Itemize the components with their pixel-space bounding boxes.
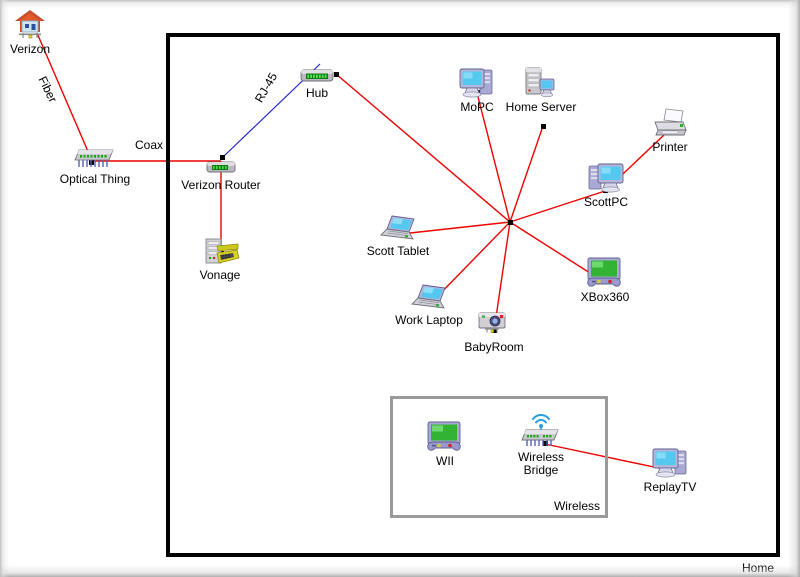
node-label: Optical Thing [59,172,131,186]
node-vonage[interactable]: Vonage [174,230,266,282]
node-printer[interactable]: Printer [624,102,716,154]
hub-icon [271,48,363,86]
game-console-icon [399,416,491,454]
node-verizon-router[interactable]: Verizon Router [175,140,267,192]
node-hub[interactable]: Hub [271,48,363,100]
node-wireless-bridge[interactable]: Wireless Bridge [495,408,587,477]
node-label: WII [436,454,454,468]
node-optical-thing[interactable]: Optical Thing [49,134,141,186]
node-label: Verizon Router [181,178,261,192]
server-icon [495,62,587,100]
house-icon [0,4,76,42]
wireless-bridge-icon [495,408,587,450]
network-switch-icon [49,134,141,172]
game-console-icon [559,252,651,290]
node-label: XBox360 [580,290,630,304]
printer-icon [624,102,716,140]
node-label: ScottPC [583,195,628,209]
node-label: ReplayTV [643,480,697,494]
node-label: Scott Tablet [366,244,430,258]
network-diagram-page: Home Wireless Fiber Coax RJ-45 Verizon O… [0,0,800,577]
router-icon [175,140,267,178]
central-junction-dot[interactable] [508,220,513,225]
node-replaytv[interactable]: ReplayTV [624,442,716,494]
node-babyroom[interactable]: BabyRoom [448,302,540,354]
laptop-icon [352,206,444,244]
desktop-pc-icon [624,442,716,480]
home-server-endpoint-dot [541,124,546,129]
node-scott-tablet[interactable]: Scott Tablet [352,206,444,258]
wireless-container-label: Wireless [553,499,600,513]
node-label: Hub [305,86,328,100]
node-wii[interactable]: WII [399,416,491,468]
node-verizon[interactable]: Verizon [0,4,76,56]
desktop-pc-icon [560,157,652,195]
diagram-canvas[interactable]: Home Wireless Fiber Coax RJ-45 Verizon O… [0,0,800,577]
node-home-server[interactable]: Home Server [495,62,587,114]
home-container-label: Home [741,561,774,575]
node-label: Wireless Bridge [517,450,564,477]
node-label: BabyRoom [464,340,524,354]
node-label: Verizon [9,42,51,56]
node-xbox360[interactable]: XBox360 [559,252,651,304]
node-label: Printer [652,140,688,154]
node-label: Home Server [505,100,577,114]
node-scottpc[interactable]: ScottPC [560,157,652,209]
voip-phone-icon [174,230,266,268]
camera-icon [448,302,540,340]
node-label: Vonage [199,268,241,282]
